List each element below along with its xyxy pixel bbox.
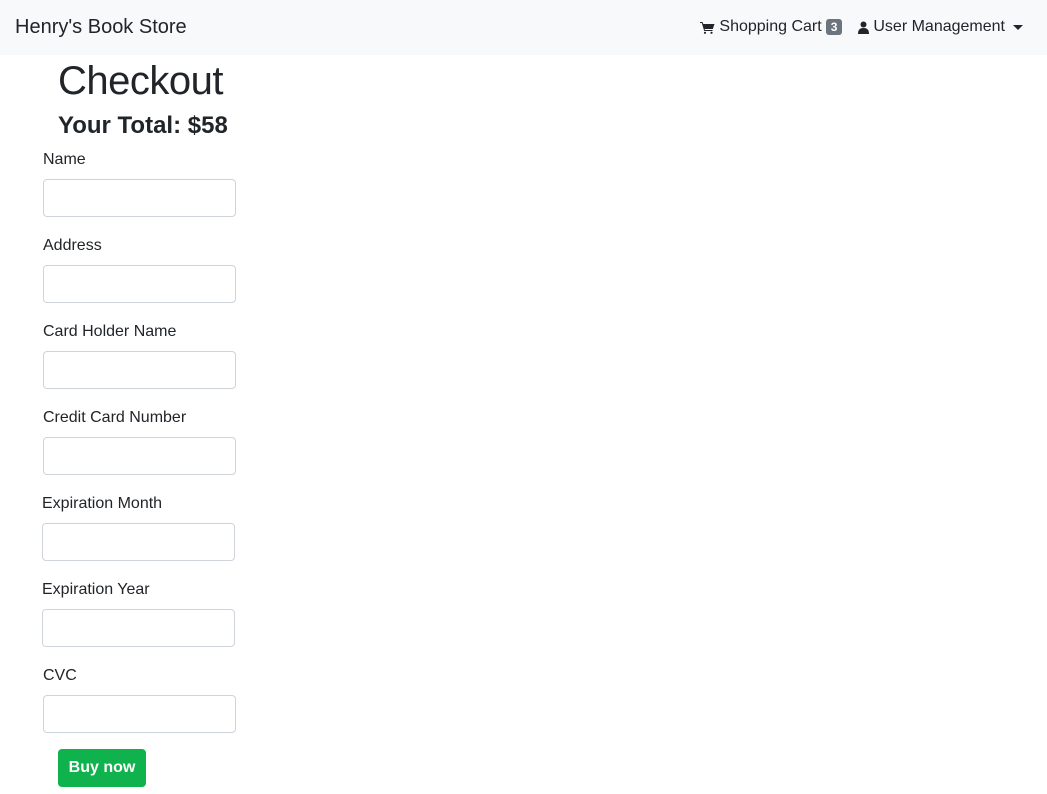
card-holder-name-input[interactable] <box>43 351 236 389</box>
cart-count-badge: 3 <box>825 19 843 35</box>
user-management-label: User Management <box>873 18 1005 35</box>
brand-link[interactable]: Henry's Book Store <box>15 15 187 39</box>
page-title: Checkout <box>58 59 223 103</box>
address-input[interactable] <box>43 265 236 303</box>
address-label: Address <box>43 237 102 254</box>
buy-now-button[interactable]: Buy now <box>58 749 146 787</box>
shopping-cart-icon <box>700 21 715 34</box>
expiration-month-label: Expiration Month <box>42 495 163 512</box>
card-holder-name-label: Card Holder Name <box>43 323 177 340</box>
credit-card-number-label: Credit Card Number <box>43 409 187 426</box>
name-input[interactable] <box>43 179 236 217</box>
credit-card-number-input[interactable] <box>43 437 236 475</box>
cvc-input[interactable] <box>43 695 236 733</box>
cvc-label: CVC <box>43 667 77 684</box>
shopping-cart-link[interactable]: Shopping Cart 3 <box>700 16 843 38</box>
user-management-dropdown[interactable]: User Management <box>858 16 1023 38</box>
chevron-down-icon <box>1013 24 1023 30</box>
nav-right: Shopping Cart 3 User Management <box>700 16 1023 38</box>
order-total: Your Total: $58 <box>58 112 228 139</box>
expiration-year-input[interactable] <box>42 609 235 647</box>
name-label: Name <box>43 151 86 168</box>
expiration-month-input[interactable] <box>42 523 235 561</box>
expiration-year-label: Expiration Year <box>42 581 150 598</box>
shopping-cart-label: Shopping Cart <box>719 18 822 35</box>
navbar: Henry's Book Store Shopping Cart 3 User … <box>0 0 1047 55</box>
user-icon <box>858 21 870 34</box>
